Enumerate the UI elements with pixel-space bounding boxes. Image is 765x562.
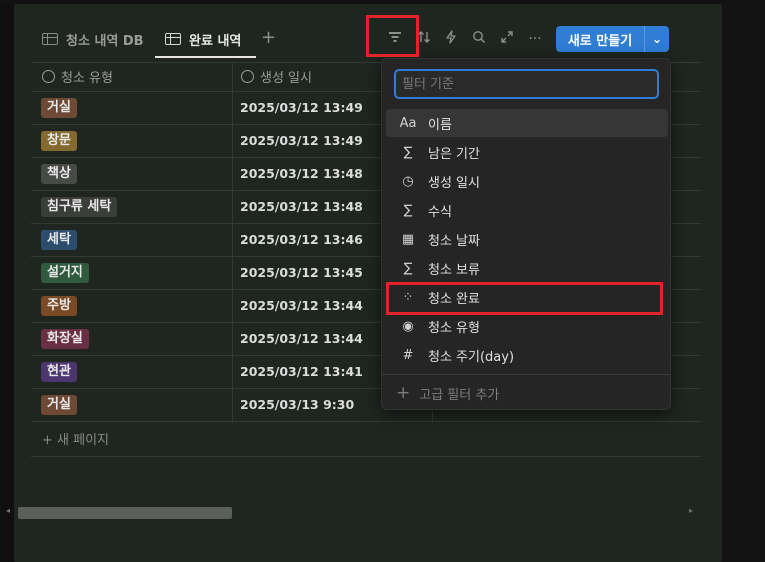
filter-option[interactable]: # 청소 주기(day) [386,341,668,369]
new-button[interactable]: 새로 만들기 ⌄ [556,26,669,52]
property-type-icon: ∑ [403,260,413,276]
property-type-icon: ▦ [401,231,415,247]
table-row[interactable]: 책상 2025/03/12 13:48 [31,158,431,191]
tab-cleaning-db[interactable]: 청소 내역 DB [42,26,144,52]
filter-option[interactable]: ▦ 청소 날짜 [386,225,668,253]
filter-option-label: 청소 유형 [428,320,480,336]
add-view-button[interactable]: + [261,26,276,50]
type-tag[interactable]: 거실 [41,98,77,118]
lightning-icon [446,30,456,44]
plus-icon: + [396,383,411,403]
type-tag[interactable]: 거실 [41,395,77,415]
tab-label: 청소 내역 DB [66,33,144,49]
created-time: 2025/03/12 13:46 [240,232,363,247]
type-tag[interactable]: 주방 [41,296,77,316]
filter-option[interactable]: ◉ 청소 유형 [386,312,668,340]
created-time: 2025/03/12 13:48 [240,166,363,181]
expand-icon [501,31,513,43]
filter-option-label: 생성 일시 [428,175,480,191]
created-time: 2025/03/12 13:45 [240,265,363,280]
property-type-icon: Aa [399,115,417,131]
new-page-button[interactable]: + 새 페이지 [42,429,109,448]
filter-option-label: 남은 기간 [428,146,480,162]
type-tag[interactable]: 세탁 [41,230,77,250]
filter-option[interactable]: ∑ 남은 기간 [386,138,668,166]
table-row[interactable]: 화장실 2025/03/12 13:44 [31,323,431,356]
more-button[interactable]: ··· [526,30,544,48]
highlight-completed-option [386,282,663,315]
property-type-icon: ◷ [402,173,414,189]
created-time: 2025/03/12 13:44 [240,331,363,346]
filter-option[interactable]: Aa 이름 [386,109,668,137]
filter-option-label: 청소 보류 [428,262,480,278]
filter-option[interactable]: ◷ 생성 일시 [386,167,668,195]
table-icon [165,33,181,45]
filter-search-box[interactable] [394,69,659,99]
property-type-icon: ∑ [403,144,413,160]
select-property-icon [42,69,55,83]
column-header-type[interactable]: 청소 유형 [42,66,113,86]
type-tag[interactable]: 침구류 세탁 [41,197,118,217]
active-tab-underline [155,56,256,58]
search-button[interactable] [470,30,488,49]
type-tag[interactable]: 설거지 [41,263,89,283]
created-time: 2025/03/12 13:49 [240,133,363,148]
table-row[interactable]: 침구류 세탁 2025/03/12 13:48 [31,191,431,224]
table-row[interactable]: 현관 2025/03/12 13:41 [31,356,431,389]
horizontal-scrollbar[interactable] [18,507,232,519]
property-type-icon: # [402,347,414,363]
table-row[interactable]: 주방 2025/03/12 13:44 [31,290,431,323]
filter-option-label: 이름 [428,117,452,133]
table-row[interactable]: 거실 2025/03/12 13:49 [31,92,431,125]
highlight-filter-button [366,15,419,57]
table-icon [42,33,58,45]
created-time: 2025/03/13 9:30 [240,397,355,412]
table-row[interactable]: 세탁 2025/03/12 13:46 [31,224,431,257]
new-button-label[interactable]: 새로 만들기 [556,26,645,52]
scroll-left-icon[interactable]: ◂ [6,506,10,515]
property-type-icon: ◉ [402,318,414,334]
column-header-label: 청소 유형 [61,70,113,86]
chevron-down-icon[interactable]: ⌄ [645,26,669,52]
add-advanced-filter-button[interactable]: + 고급 필터 추가 [396,383,499,403]
created-time: 2025/03/12 13:48 [240,199,363,214]
tab-completed[interactable]: 완료 내역 [165,26,241,52]
type-tag[interactable]: 화장실 [41,329,89,349]
table-border [31,456,701,457]
created-time: 2025/03/12 13:41 [240,364,363,379]
search-icon [473,31,486,44]
table-row[interactable]: 거실 2025/03/13 9:30 [31,389,431,422]
column-header-label: 생성 일시 [260,70,312,86]
filter-option[interactable]: ∑ 청소 보류 [386,254,668,282]
scroll-right-icon[interactable]: ▸ [689,506,693,515]
clock-icon [241,69,254,83]
sort-icon [418,31,430,43]
filter-option-label: 청소 날짜 [428,233,480,249]
column-header-created[interactable]: 생성 일시 [241,66,312,86]
filter-option[interactable]: ∑ 수식 [386,196,668,224]
created-time: 2025/03/12 13:49 [240,100,363,115]
type-tag[interactable]: 현관 [41,362,77,382]
filter-option-label: 수식 [428,204,452,220]
table-row[interactable]: 설거지 2025/03/12 13:45 [31,257,431,290]
row-divider [31,421,701,422]
filter-popup: Aa이름∑남은 기간◷생성 일시∑수식▦청소 날짜∑청소 보류⁘청소 완료◉청소… [381,58,671,410]
table-row[interactable]: 창문 2025/03/12 13:49 [31,125,431,158]
expand-button[interactable] [498,30,516,49]
type-tag[interactable]: 창문 [41,131,77,151]
automation-button[interactable] [442,30,460,49]
property-type-icon: ∑ [403,202,413,218]
created-time: 2025/03/12 13:44 [240,298,363,313]
popup-divider [382,374,670,375]
filter-option-label: 청소 주기(day) [428,349,515,365]
right-margin [722,0,765,562]
add-advanced-filter-label: 고급 필터 추가 [419,387,500,403]
filter-search-input[interactable] [396,71,657,97]
type-tag[interactable]: 책상 [41,164,77,184]
tab-label: 완료 내역 [189,33,242,49]
